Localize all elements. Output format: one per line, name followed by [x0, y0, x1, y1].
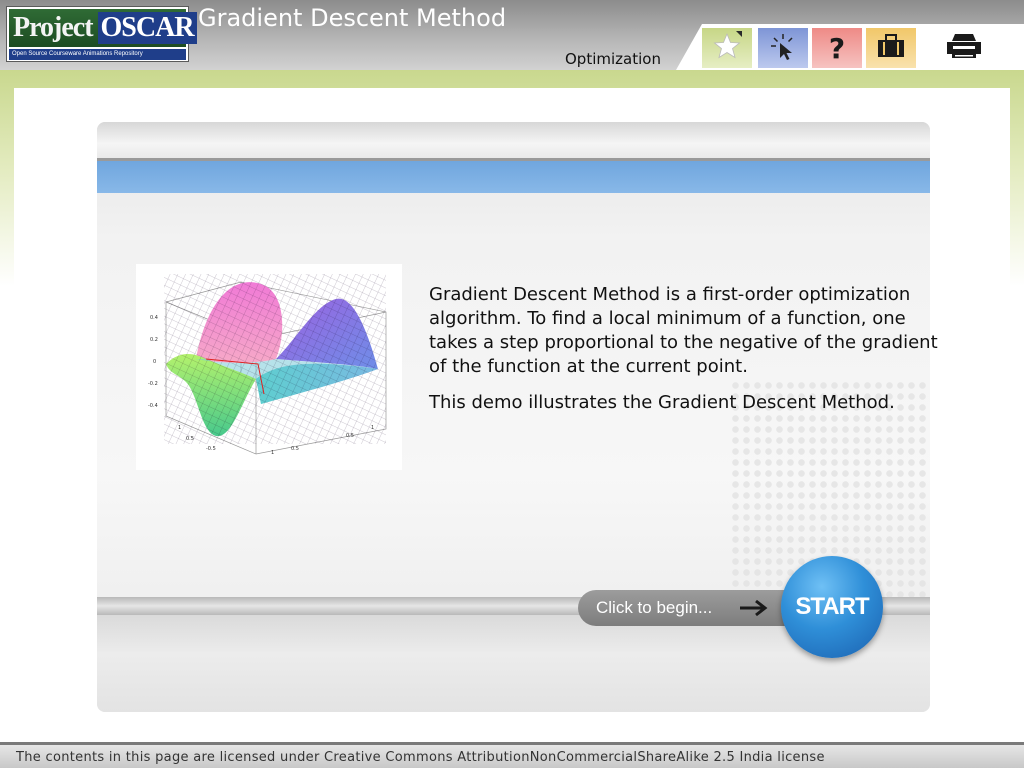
- blue-title-bar: [97, 161, 930, 193]
- help-button[interactable]: ?: [812, 28, 862, 68]
- star-button[interactable]: [702, 28, 752, 68]
- arrow-right-icon: [738, 598, 770, 622]
- briefcase-button[interactable]: [866, 28, 916, 68]
- svg-text:-0.5: -0.5: [206, 446, 216, 452]
- page-title: Gradient Descent Method: [198, 4, 507, 32]
- start-button[interactable]: START: [781, 556, 883, 658]
- begin-label: Click to begin...: [596, 598, 713, 617]
- svg-text:-0.4: -0.4: [148, 403, 158, 409]
- card-header: [97, 122, 930, 158]
- start-label: START: [795, 593, 869, 620]
- intro-paragraph: Gradient Descent Method is a first-order…: [429, 284, 938, 377]
- section-label: Optimization: [565, 50, 661, 68]
- logo-wordmark: Project OSCAR: [9, 9, 197, 47]
- footer-bar: The contents in this page are licensed u…: [0, 745, 1024, 768]
- briefcase-icon: [877, 34, 905, 62]
- svg-text:1: 1: [271, 450, 274, 456]
- project-oscar-logo: Project OSCAR Open Source Courseware Ani…: [6, 6, 197, 62]
- license-text: The contents in this page are licensed u…: [16, 750, 825, 765]
- description-text: Gradient Descent Method is a first-order…: [429, 283, 939, 427]
- printer-icon: [946, 33, 982, 63]
- svg-text:1: 1: [178, 425, 181, 431]
- svg-text:0: 0: [153, 359, 156, 365]
- svg-text:0.5: 0.5: [291, 446, 299, 452]
- print-button[interactable]: [938, 28, 990, 68]
- surface-plot-image: 0.4 0.2 0 -0.2 -0.4 1 0.5 -0.5 1 0.5 0.5 1: [136, 264, 402, 470]
- svg-text:0.4: 0.4: [150, 315, 158, 321]
- svg-text:0.5: 0.5: [346, 433, 354, 439]
- svg-text:1: 1: [371, 425, 374, 431]
- help-icon: ?: [828, 31, 846, 65]
- svg-text:0.2: 0.2: [150, 337, 158, 343]
- logo-oscar-text: OSCAR: [97, 12, 197, 44]
- logo-project-text: Project: [13, 12, 94, 43]
- svg-text:0.5: 0.5: [186, 436, 194, 442]
- star-icon: [712, 31, 742, 65]
- cursor-icon: [768, 31, 798, 65]
- svg-text:-0.2: -0.2: [148, 381, 158, 387]
- logo-tagline: Open Source Courseware Animations Reposi…: [9, 49, 186, 60]
- demo-paragraph: This demo illustrates the Gradient Desce…: [429, 392, 895, 413]
- cursor-button[interactable]: [758, 28, 808, 68]
